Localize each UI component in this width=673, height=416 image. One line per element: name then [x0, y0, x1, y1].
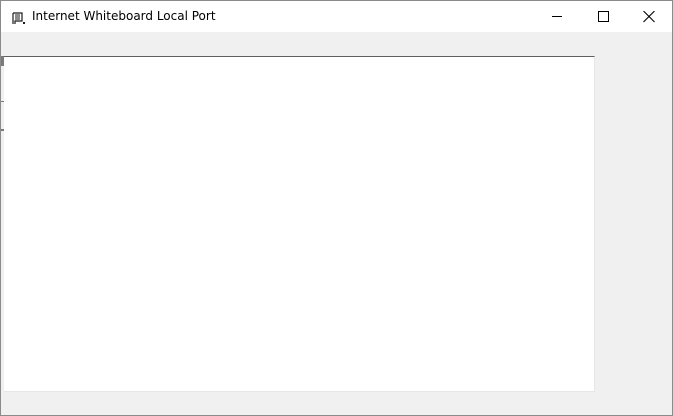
app-window: Internet Whiteboard Local Port	[0, 0, 673, 416]
minimize-icon	[552, 16, 562, 17]
whiteboard-flag-icon[interactable]	[12, 10, 26, 24]
maximize-icon	[598, 11, 609, 22]
title-bar[interactable]: Internet Whiteboard Local Port	[1, 1, 672, 32]
close-icon	[643, 11, 655, 23]
whiteboard-canvas[interactable]	[4, 56, 595, 392]
right-panel	[606, 32, 672, 415]
maximize-button[interactable]	[580, 1, 626, 32]
window-title: Internet Whiteboard Local Port	[32, 9, 216, 23]
close-button[interactable]	[626, 1, 672, 32]
bottom-strip	[1, 392, 606, 415]
client-area	[1, 32, 672, 415]
minimize-button[interactable]	[534, 1, 580, 32]
